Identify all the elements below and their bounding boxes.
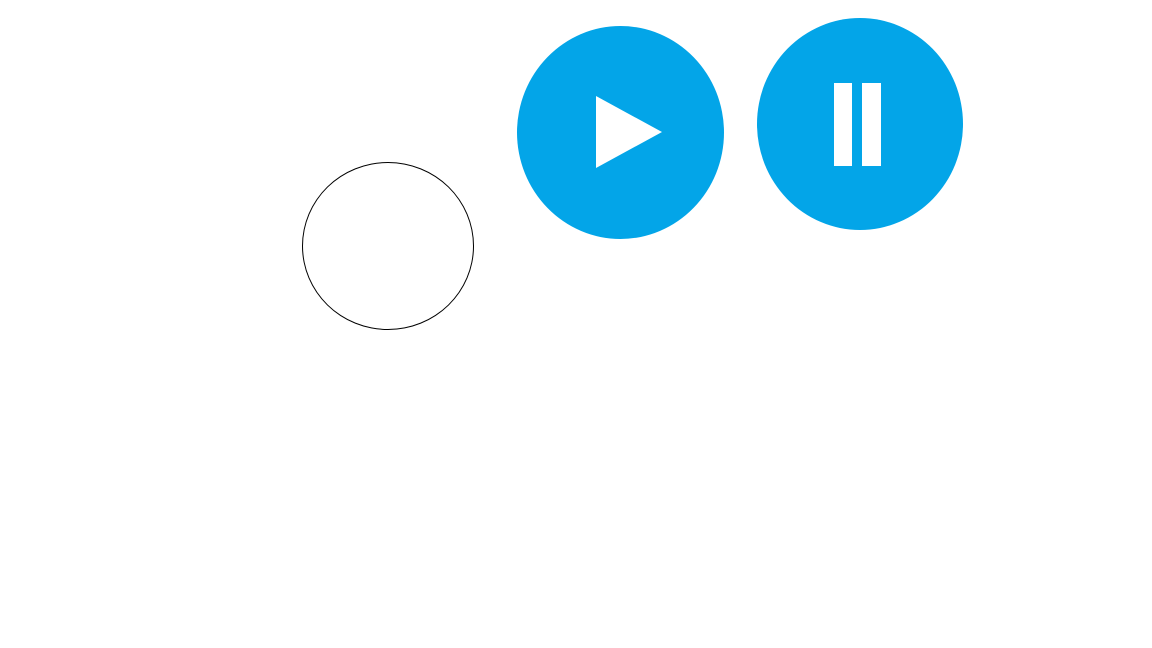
- pause-button-circle: [757, 18, 963, 230]
- pause-bar-right: [862, 83, 881, 166]
- play-button[interactable]: [517, 26, 724, 239]
- canvas: [0, 0, 1152, 648]
- play-button-graphic: [517, 26, 724, 239]
- pause-button[interactable]: [757, 18, 963, 230]
- pause-button-graphic: [757, 18, 963, 230]
- outline-circle[interactable]: [302, 162, 474, 330]
- pause-bar-left: [834, 83, 852, 166]
